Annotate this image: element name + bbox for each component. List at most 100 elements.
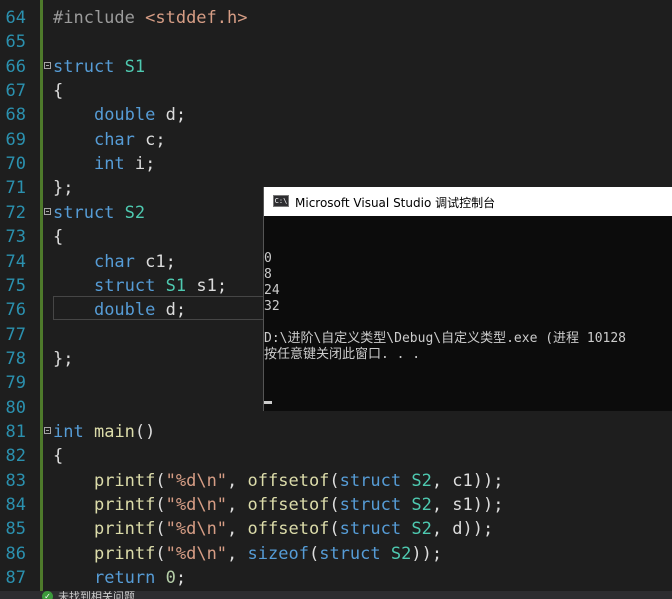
check-circle-icon: ✓ [42, 591, 53, 599]
line-number: 78 [5, 348, 26, 369]
code-text[interactable]: printf("%d\n", offsetof(struct S2, c1)); [53, 469, 504, 493]
code-text[interactable]: printf("%d\n", offsetof(struct S2, d)); [53, 517, 493, 541]
code-text[interactable]: }; [53, 176, 73, 200]
collapse-toggle-icon[interactable] [44, 207, 51, 215]
code-line[interactable]: 85 printf("%d\n", offsetof(struct S2, d)… [0, 517, 672, 541]
code-token: , s1)); [431, 495, 504, 515]
line-number: 75 [5, 275, 26, 296]
code-token: sizeof [247, 543, 309, 564]
debug-console-window[interactable]: C:\ Microsoft Visual Studio 调试控制台 0 8 24 32… [263, 187, 672, 411]
code-token: d; [155, 300, 187, 321]
line-number: 69 [5, 129, 26, 150]
code-line[interactable]: 87 return 0; [0, 566, 672, 590]
status-text: 未找到相关问题 [58, 591, 135, 599]
code-token: }; [53, 348, 74, 369]
status-bar: ✓ 未找到相关问题 [0, 591, 672, 599]
console-line: 24 [264, 283, 280, 298]
code-token: struct [319, 543, 381, 564]
code-line[interactable]: 68 double d; [0, 103, 672, 127]
code-text[interactable]: printf("%d\n", sizeof(struct S2)); [53, 542, 442, 566]
code-token: struct [53, 202, 115, 223]
console-line: 按任意键关闭此窗口. . . [264, 347, 421, 362]
code-text[interactable]: double d; [53, 103, 186, 127]
code-line[interactable]: 84 printf("%d\n", offsetof(struct S2, s1… [0, 493, 672, 517]
code-text[interactable]: int main() [53, 420, 155, 444]
line-number: 66 [5, 56, 26, 77]
line-number: 85 [5, 519, 26, 540]
console-titlebar[interactable]: C:\ Microsoft Visual Studio 调试控制台 [264, 187, 672, 216]
code-line[interactable]: 69 char c; [0, 128, 672, 152]
code-token: S2 [411, 519, 432, 540]
code-text[interactable]: struct S2 [53, 201, 145, 225]
code-token: char [93, 129, 135, 150]
code-token: int [53, 421, 84, 442]
code-line[interactable]: 82 { [0, 444, 672, 468]
code-text[interactable]: #include <stddef.h> [53, 6, 247, 30]
code-token: i; [124, 154, 156, 175]
code-line[interactable]: 86 printf("%d\n", sizeof(struct S2)); [0, 542, 672, 566]
code-token: "%d\n" [165, 543, 228, 564]
code-token: ( [155, 519, 166, 540]
code-token: "%d\n" [165, 470, 228, 491]
code-token: S2 [390, 543, 412, 564]
code-text[interactable]: { [53, 444, 63, 468]
code-line[interactable]: 66 struct S1 [0, 55, 672, 79]
code-token: offsetof [247, 470, 330, 491]
code-token: { [53, 81, 64, 102]
code-text[interactable]: { [53, 225, 63, 249]
collapse-toggle-icon[interactable] [44, 426, 51, 434]
code-token: printf [93, 470, 156, 491]
console-line: 32 [264, 299, 280, 314]
code-text[interactable]: return 0; [53, 566, 186, 590]
code-line[interactable]: 67 { [0, 79, 672, 103]
code-token: #include [53, 8, 146, 28]
code-text[interactable]: char c; [53, 128, 166, 152]
line-number: 73 [5, 227, 26, 248]
code-token: offsetof [247, 495, 330, 515]
code-token: struct [339, 519, 402, 540]
code-token: S1 [165, 275, 187, 296]
code-token: ( [329, 519, 340, 540]
code-line[interactable]: 83 printf("%d\n", offsetof(struct S2, c1… [0, 469, 672, 493]
code-token: , [227, 495, 248, 515]
code-token: }; [53, 178, 74, 199]
code-token: , [227, 470, 248, 491]
code-token: s1; [186, 275, 228, 296]
line-number: 86 [5, 543, 26, 564]
code-text[interactable]: int i; [53, 152, 155, 176]
code-token: struct [53, 56, 115, 77]
code-token: printf [93, 519, 156, 540]
line-number: 77 [5, 324, 26, 345]
code-text[interactable]: double d; [53, 298, 186, 322]
console-app-icon: C:\ [273, 195, 289, 207]
code-text[interactable]: printf("%d\n", offsetof(struct S2, s1)); [53, 493, 504, 517]
code-line[interactable]: 70 int i; [0, 152, 672, 176]
code-text[interactable]: }; [53, 347, 73, 371]
code-token: ( [155, 543, 166, 564]
code-text[interactable]: struct S1 s1; [53, 274, 227, 298]
code-token: "%d\n" [165, 519, 228, 540]
line-number: 67 [5, 81, 26, 102]
code-token: )); [411, 543, 443, 564]
line-number: 84 [5, 495, 26, 515]
code-line[interactable]: 64 #include <stddef.h> [0, 6, 672, 30]
code-text[interactable]: struct S1 [53, 55, 145, 79]
collapse-toggle-icon[interactable] [44, 61, 51, 69]
line-number: 71 [5, 178, 26, 199]
line-number: 76 [5, 300, 26, 321]
code-text[interactable]: char c1; [53, 250, 176, 274]
line-number: 70 [5, 154, 26, 175]
code-text[interactable]: { [53, 79, 63, 103]
code-line[interactable]: 65 [0, 30, 672, 54]
